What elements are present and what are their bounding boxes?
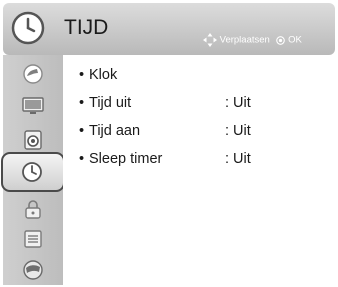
tv-screen-icon bbox=[22, 97, 44, 114]
network-icon bbox=[23, 260, 43, 280]
bullet: • bbox=[79, 67, 85, 83]
move-hint: Verplaatsen bbox=[219, 34, 270, 46]
bullet: • bbox=[79, 123, 85, 139]
speaker-icon bbox=[24, 130, 42, 150]
menu-item-label: Tijd aan bbox=[89, 123, 141, 139]
clock-icon bbox=[22, 162, 42, 182]
picture-icon bbox=[23, 64, 43, 84]
menu-item-value: : Uit bbox=[225, 151, 251, 167]
menu-item-value: : Uit bbox=[225, 95, 251, 111]
navigation-arrows-icon bbox=[203, 33, 217, 47]
sidebar-item-network[interactable] bbox=[3, 253, 63, 287]
ok-button-icon bbox=[276, 35, 286, 45]
page-title: TIJD bbox=[64, 16, 109, 39]
clock-icon bbox=[11, 11, 45, 45]
sidebar-item-picture[interactable] bbox=[3, 57, 63, 91]
menu-content: • Klok • Tijd uit : Uit • Tijd aan : Uit… bbox=[63, 55, 338, 285]
bullet: • bbox=[79, 151, 85, 167]
key-help: Verplaatsen OK bbox=[203, 33, 302, 47]
menu-item-label: Tijd uit bbox=[89, 95, 132, 111]
sidebar-item-lock[interactable] bbox=[3, 192, 63, 226]
sidebar-item-screen[interactable] bbox=[3, 89, 63, 123]
sidebar-item-time[interactable] bbox=[1, 152, 65, 192]
category-sidebar bbox=[1, 55, 65, 287]
menu-item-label: Sleep timer bbox=[89, 151, 163, 167]
menu-item-value: : Uit bbox=[225, 123, 251, 139]
menu-item-label: Klok bbox=[89, 67, 118, 83]
bullet: • bbox=[79, 95, 85, 111]
lock-icon bbox=[25, 200, 41, 219]
option-icon bbox=[24, 230, 42, 248]
sidebar-item-option[interactable] bbox=[3, 222, 63, 256]
tijd-menu-screen: TIJD Verplaatsen OK • Klok • Tijd uit: … bbox=[0, 0, 338, 285]
menu-header: TIJD Verplaatsen OK bbox=[3, 3, 335, 55]
ok-hint: OK bbox=[288, 34, 302, 46]
